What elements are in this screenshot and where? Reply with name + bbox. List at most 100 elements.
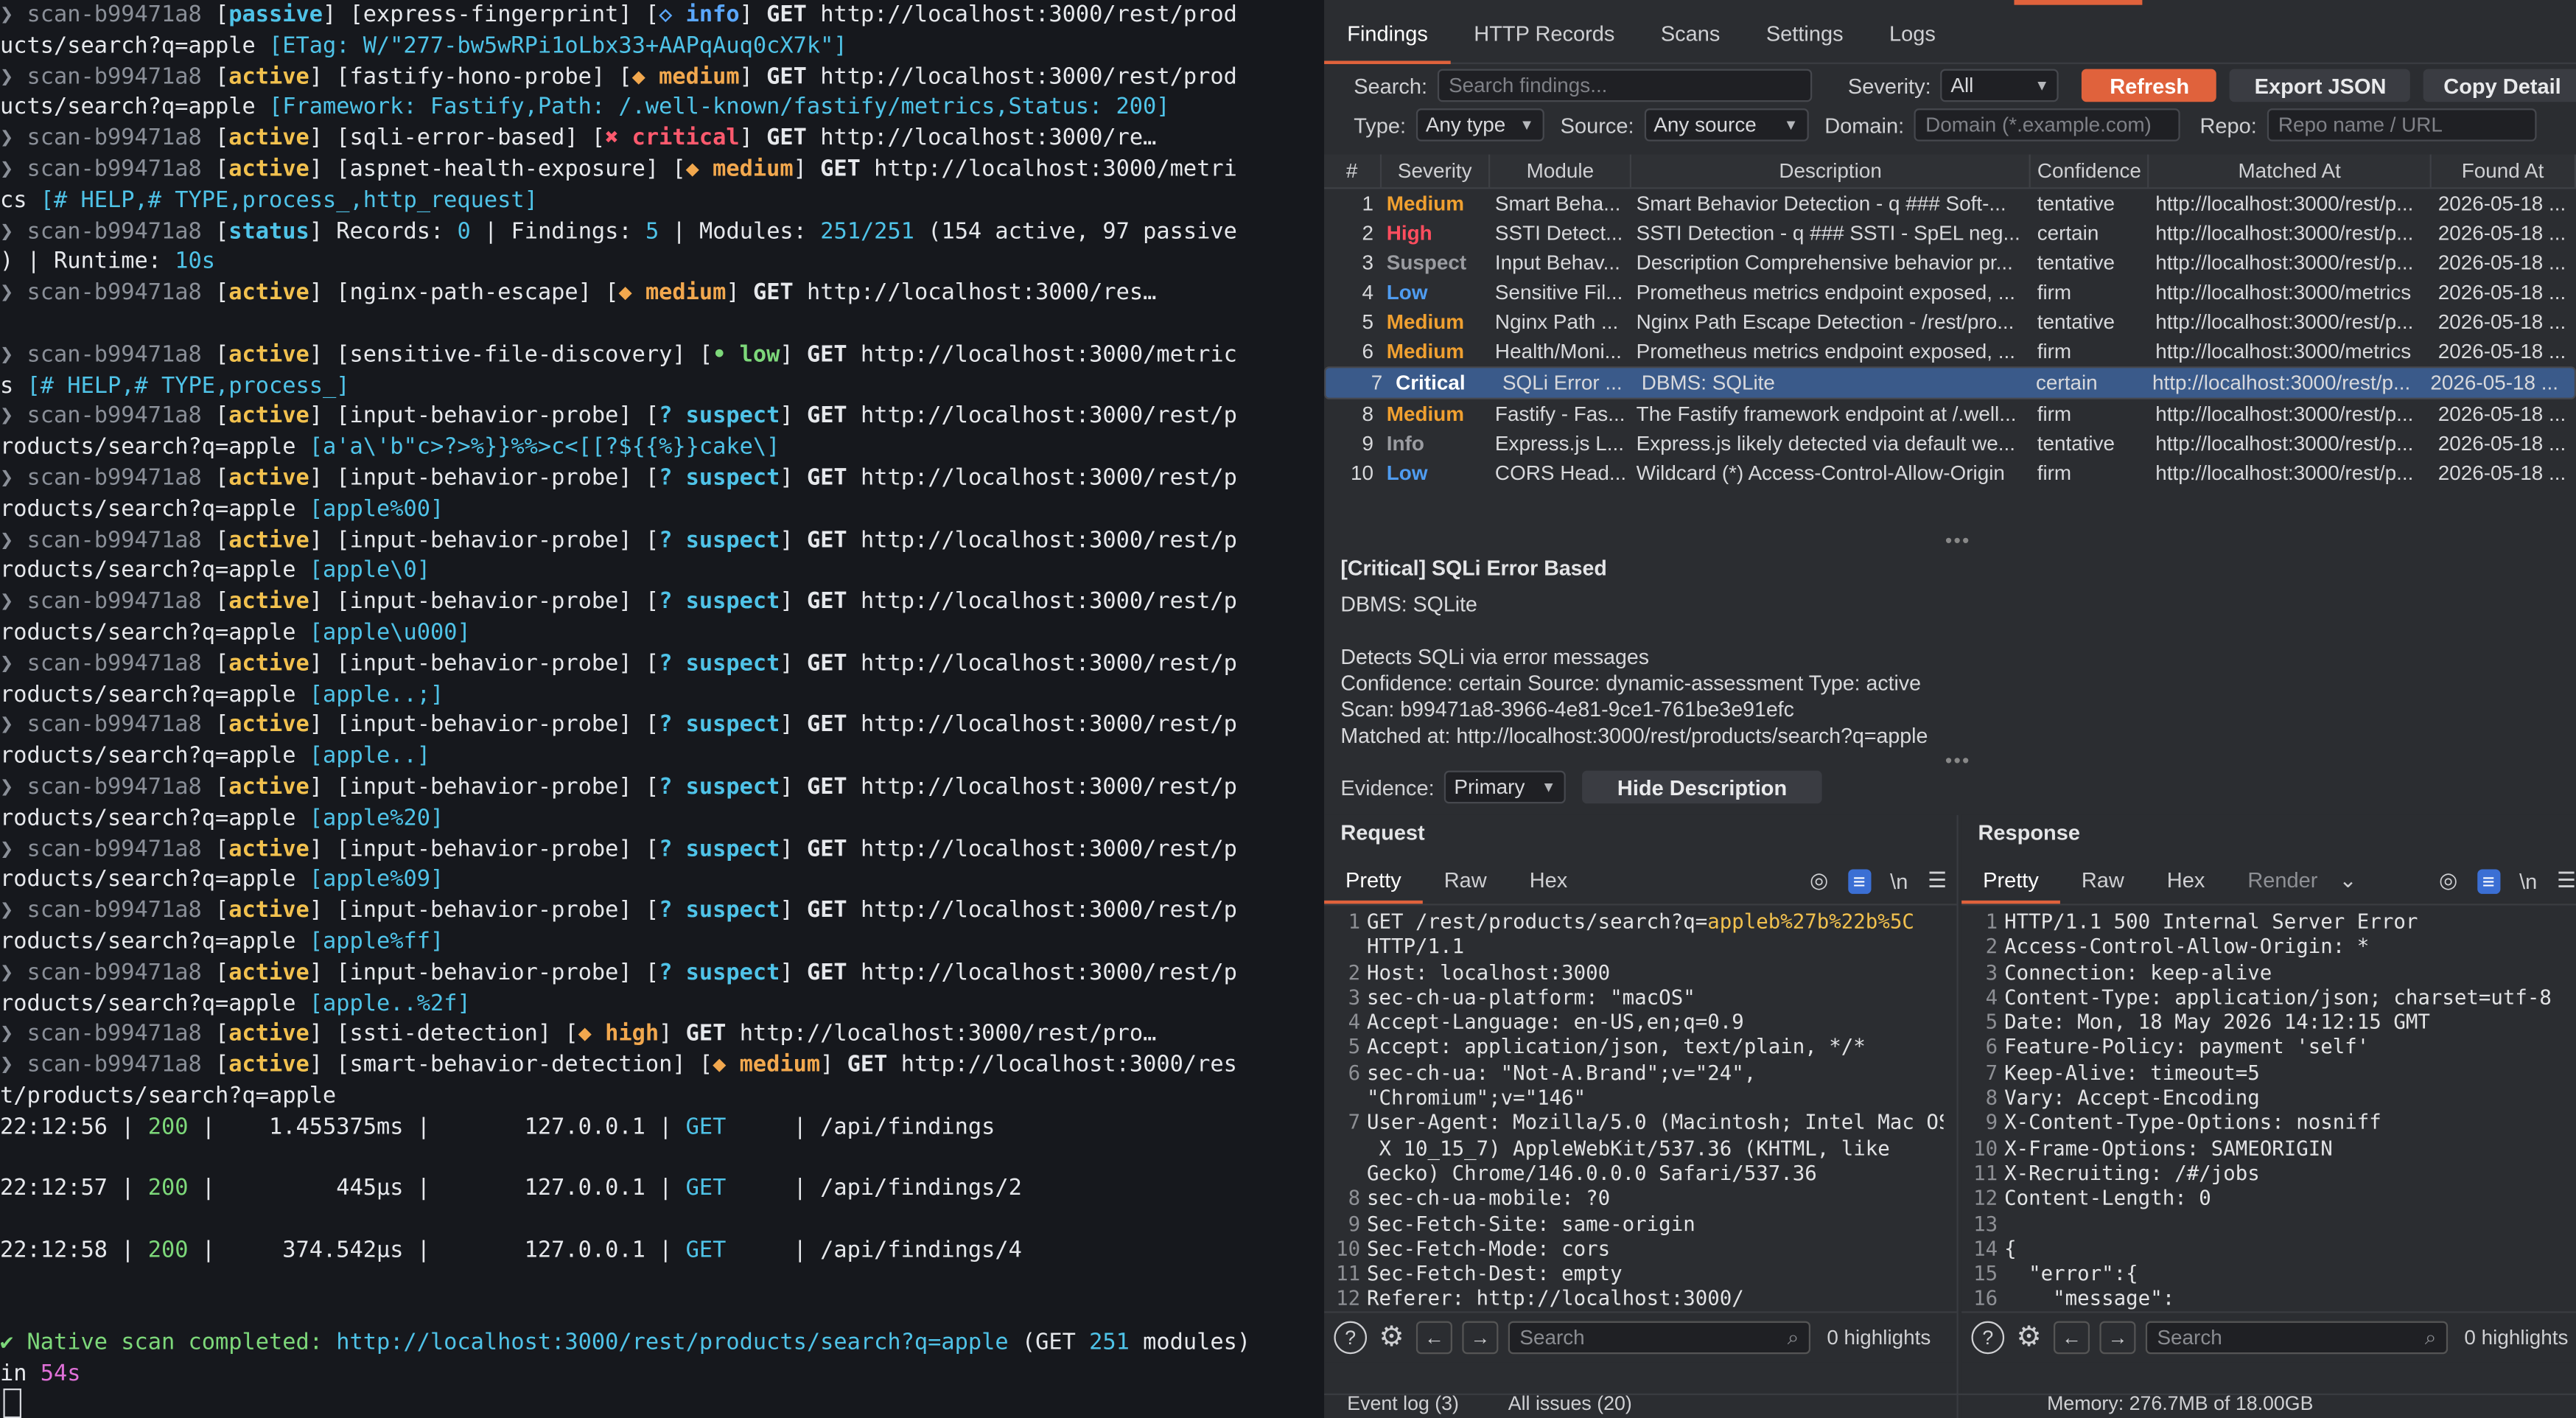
gear-icon[interactable]: ⚙	[1376, 1321, 1406, 1352]
severity-select[interactable]: All ▼	[1941, 69, 2059, 102]
terminal-text: [apple..%2f]	[309, 990, 471, 1017]
table-cell: Express.js L...	[1494, 432, 1624, 455]
response-tab-pretty[interactable]: Pretty	[1961, 858, 2060, 904]
refresh-button[interactable]: Refresh	[2082, 69, 2217, 102]
code-line: 7 Keep-Alive: timeout=5	[1961, 1061, 2563, 1086]
table-row[interactable]: 5 Medium Nginx Path ... Nginx Path Escape D…	[1324, 307, 2576, 337]
terminal-line: ❯ scan-b99471a8 [active] [input-behavior…	[0, 587, 1324, 618]
table-row[interactable]: 3 Suspect Input Behav... Description Compre…	[1324, 248, 2576, 278]
table-row[interactable]: 9 Info Express.js L... Express.js likely de…	[1324, 429, 2576, 458]
tab-settings[interactable]: Settings	[1743, 7, 1866, 61]
hide-description-button[interactable]: Hide Description	[1582, 770, 1822, 804]
next-arrow-icon[interactable]: →	[1462, 1321, 1499, 1355]
menu-icon[interactable]: ☰	[1928, 867, 1947, 894]
request-body[interactable]: 1 GET /rest/products/search?q=appleb%27b%…	[1324, 910, 1944, 1313]
wrap-icon[interactable]: ≡	[2477, 868, 2500, 893]
table-row[interactable]: 7 Critical SQLi Error ... DBMS: SQLite certa…	[1324, 366, 2576, 399]
table-row[interactable]: 2 High SSTI Detect... SSTI Detection - q ##…	[1324, 219, 2576, 248]
terminal-text: | 445µs | 127.0.0.1 |	[188, 1175, 686, 1202]
response-tab-render[interactable]: Render	[2226, 858, 2339, 904]
code-text: Host: localhost:3000	[1367, 960, 1610, 985]
search-input[interactable]: Search findings...	[1437, 69, 1812, 102]
event-log-link[interactable]: Event log (3)	[1347, 1391, 1459, 1414]
eye-off-icon[interactable]: ◎	[2439, 867, 2457, 894]
prev-arrow-icon[interactable]: ←	[1415, 1321, 1452, 1355]
table-row[interactable]: 6 Medium Health/Moni... Prometheus metrics …	[1324, 337, 2576, 366]
tab-logs[interactable]: Logs	[1866, 7, 1959, 61]
export-json-button[interactable]: Export JSON	[2230, 69, 2411, 102]
wrap-icon[interactable]: ≡	[1848, 868, 1871, 893]
chevron-down-icon[interactable]: ⌄	[2339, 867, 2356, 894]
copy-detail-button[interactable]: Copy Detail	[2423, 69, 2576, 102]
terminal-text: GET	[685, 1237, 727, 1264]
table-row[interactable]: 1 Medium Smart Beha... Smart Behavior Detec…	[1324, 189, 2576, 218]
table-cell: Health/Moni...	[1494, 340, 1622, 363]
table-cell: tentative	[2037, 310, 2115, 334]
terminal-line: ❯ scan-b99471a8 [active] [ssti-detection…	[0, 1019, 1324, 1050]
code-line: 6 Feature-Policy: payment 'self'	[1961, 1036, 2563, 1061]
code-text: Date: Mon, 18 May 2026 14:12:15 GMT	[2004, 1011, 2430, 1036]
line-number: 11	[1336, 1262, 1361, 1285]
eye-off-icon[interactable]: ◎	[1810, 867, 1828, 894]
repo-input[interactable]: Repo name / URL	[2267, 108, 2536, 142]
column-header[interactable]: Found At	[2431, 154, 2576, 188]
table-row[interactable]: 8 Medium Fastify - Fas... The Fastify frame…	[1324, 399, 2576, 429]
detail-meta: Confidence: certain Source: dynamic-asse…	[1340, 670, 1922, 696]
response-body[interactable]: 1 HTTP/1.1 500 Internal Server Error 2 Acce…	[1961, 910, 2563, 1313]
terminal-text: http://localhost:3000/res…	[806, 279, 1157, 307]
newline-icon[interactable]: \n	[2519, 868, 2537, 893]
column-header[interactable]: Confidence	[2031, 154, 2150, 188]
tab-scans[interactable]: Scans	[1638, 7, 1743, 61]
table-cell: Prometheus metrics endpoint exposed, ...	[1636, 281, 2016, 304]
column-header[interactable]: Matched At	[2149, 154, 2432, 188]
table-cell: Smart Behavior Detection - q ### Soft-..…	[1636, 192, 2006, 216]
terminal-text: ❯ scan-b99471a8	[0, 1021, 215, 1047]
prev-arrow-icon[interactable]: ←	[2054, 1321, 2090, 1355]
column-header[interactable]: Severity	[1381, 154, 1491, 188]
code-line: 8 sec-ch-ua-mobile: ?0	[1324, 1187, 1944, 1212]
table-row[interactable]: 4 Low Sensitive Fil... Prometheus metrics e…	[1324, 278, 2576, 307]
table-cell: 2026-05-18 ...	[2437, 310, 2566, 334]
resize-handle[interactable]: •••	[1945, 529, 1971, 552]
response-search-input[interactable]: Search ⌕	[2145, 1321, 2449, 1355]
request-search-input[interactable]: Search ⌕	[1508, 1321, 1811, 1355]
terminal-line: ucts/search?q=apple [ETag: W/"277-bw5wRP…	[0, 31, 1324, 62]
code-segment: X-Content-Type-Options: nosniff	[2004, 1111, 2381, 1135]
terminal-text: | /api/findings/2	[726, 1175, 1022, 1202]
evidence-select[interactable]: Primary ▼	[1444, 770, 1567, 804]
newline-icon[interactable]: \n	[1890, 868, 1908, 893]
response-tab-hex[interactable]: Hex	[2146, 858, 2227, 904]
column-header[interactable]: Description	[1632, 154, 2031, 188]
table-cell: Medium	[1386, 192, 1465, 216]
tab-http-records[interactable]: HTTP Records	[1451, 7, 1638, 61]
source-select[interactable]: Any source ▼	[1643, 108, 1808, 142]
code-line: 13	[1961, 1212, 2563, 1237]
resize-handle[interactable]: •••	[1945, 750, 1971, 772]
code-text: sec-ch-ua-mobile: ?0	[1367, 1187, 1610, 1212]
domain-input[interactable]: Domain (*.example.com)	[1914, 108, 2180, 142]
column-header[interactable]: #	[1324, 154, 1382, 188]
detail-description: Detects SQLi via error messages	[1340, 644, 1649, 669]
terminal-text: http://localhost:3000/rest/p	[860, 773, 1237, 800]
next-arrow-icon[interactable]: →	[2099, 1321, 2136, 1355]
line-number: 12	[1336, 1287, 1361, 1311]
terminal-text: ]	[780, 959, 807, 986]
help-icon[interactable]: ?	[1334, 1321, 1368, 1355]
terminal-text: ] [input-behavior-probe] [	[309, 588, 659, 615]
menu-icon[interactable]: ☰	[2557, 867, 2576, 894]
column-header[interactable]: Module	[1490, 154, 1632, 188]
tab-findings[interactable]: Findings	[1324, 7, 1452, 64]
terminal-text: [	[214, 279, 229, 307]
request-tab-pretty[interactable]: Pretty	[1324, 858, 1423, 904]
request-tab-hex[interactable]: Hex	[1508, 858, 1589, 904]
all-issues-link[interactable]: All issues (20)	[1508, 1391, 1632, 1414]
type-select[interactable]: Any type ▼	[1415, 108, 1544, 142]
gear-icon[interactable]: ⚙	[2014, 1321, 2043, 1352]
help-icon[interactable]: ?	[1971, 1321, 2005, 1355]
response-tab-raw[interactable]: Raw	[2060, 858, 2146, 904]
table-row[interactable]: 10 Low CORS Head... Wildcard (*) Access-Con…	[1324, 458, 2576, 488]
code-segment: Sec-Fetch-Dest: empty	[1367, 1262, 1623, 1285]
request-tab-raw[interactable]: Raw	[1423, 858, 1508, 904]
terminal-text: ✔ Native scan completed:	[0, 1330, 337, 1357]
terminal-line: ❯ scan-b99471a8 [active] [nginx-path-esc…	[0, 278, 1324, 309]
